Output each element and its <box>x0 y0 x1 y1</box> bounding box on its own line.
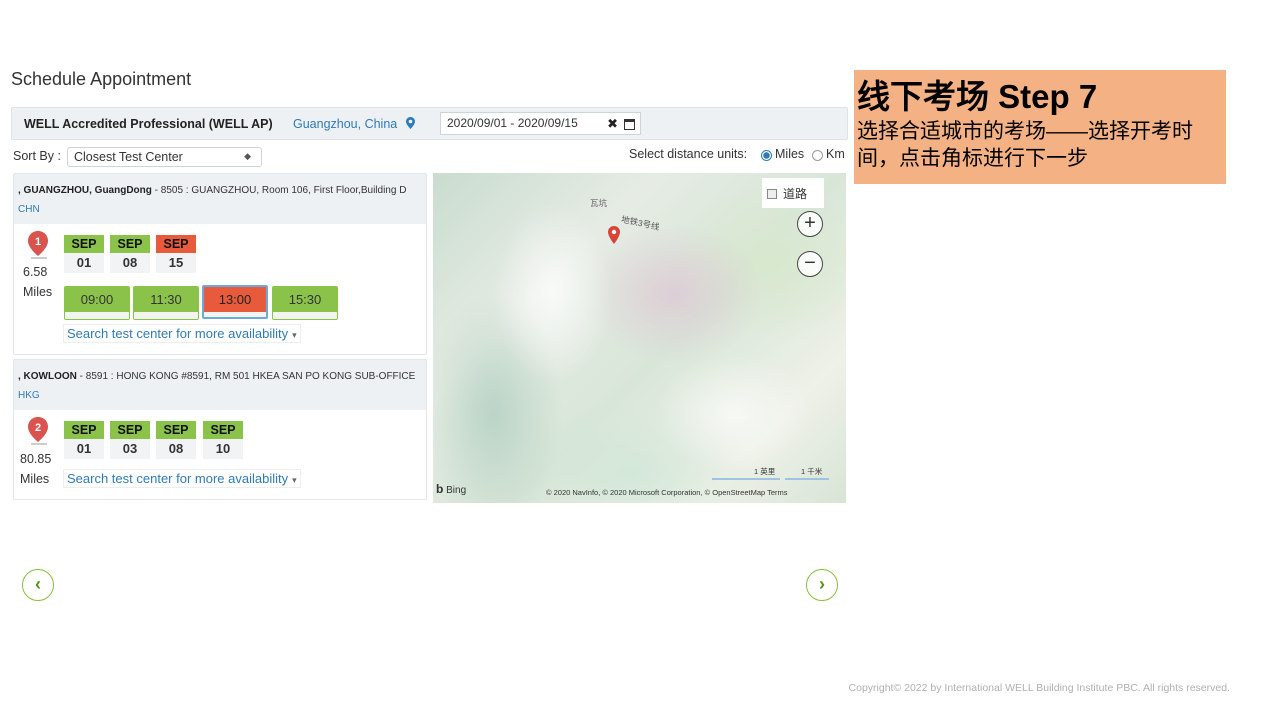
step-callout: 线下考场 Step 7 选择合适城市的考场——选择开考时间，点击角标进行下一步 <box>854 70 1226 184</box>
test-center-header: , GUANGZHOU, GuangDong - 8505 : GUANGZHO… <box>14 174 426 224</box>
caret-down-icon: ▾ <box>292 330 297 340</box>
previous-button[interactable]: ‹ <box>22 569 54 601</box>
distance-unit: Miles <box>20 472 50 486</box>
date-chip-month: SEP <box>110 421 150 439</box>
map-metro-label: 地铁3号线 <box>620 214 661 232</box>
bing-logo: b Bing <box>436 482 467 496</box>
map-marker-icon[interactable]: 2 <box>27 417 49 447</box>
date-chip[interactable]: SEP 01 <box>64 235 104 275</box>
time-slot-label: 09:00 <box>65 287 129 312</box>
sort-label: Sort By : <box>13 149 61 163</box>
road-layer-toggle[interactable]: 道路 <box>762 178 824 208</box>
units-label-miles: Miles <box>775 147 805 161</box>
time-slot[interactable]: 11:30 <box>133 286 199 320</box>
next-button[interactable]: › <box>806 569 838 601</box>
date-chip-day: 01 <box>64 439 104 459</box>
road-layer-label: 道路 <box>783 187 808 201</box>
callout-title: 线下考场 Step 7 <box>857 78 1098 115</box>
clear-icon[interactable]: ✖ <box>607 116 618 132</box>
time-slot-selected[interactable]: 13:00 <box>202 285 268 319</box>
date-chip-month: SEP <box>203 421 243 439</box>
date-chip[interactable]: SEP 10 <box>203 421 243 461</box>
map-copyright[interactable]: © 2020 NavInfo, © 2020 Microsoft Corpora… <box>546 488 788 497</box>
distance-value: 6.58 <box>23 265 48 279</box>
units-radio-miles[interactable] <box>761 150 772 161</box>
scale-km: 1 千米 <box>801 467 823 476</box>
time-slot[interactable]: 15:30 <box>272 286 338 320</box>
test-center-country: HKG <box>18 390 40 401</box>
date-chip-month: SEP <box>156 235 196 253</box>
time-slot-label: 11:30 <box>134 287 198 312</box>
time-slot-label: 15:30 <box>273 287 337 312</box>
sort-selected-value: Closest Test Center <box>74 150 183 164</box>
map[interactable]: 瓦坑 地铁3号线 道路 + − b Bing 1 英里 1 千米 © 2020 … <box>433 173 846 503</box>
date-range-input[interactable]: 2020/09/01 - 2020/09/15 ✖ <box>440 112 641 135</box>
date-chip-month: SEP <box>156 421 196 439</box>
test-center-address: - 8505 : GUANGZHOU, Room 106, First Floo… <box>151 185 407 196</box>
exam-name: WELL Accredited Professional (WELL AP) <box>24 117 273 131</box>
date-chip[interactable]: SEP 01 <box>64 421 104 461</box>
date-chip-day: 08 <box>156 439 196 459</box>
units-radio-km[interactable] <box>812 150 823 161</box>
date-chip-month: SEP <box>110 235 150 253</box>
more-availability-label: Search test center for more availability <box>67 471 289 486</box>
sort-select[interactable]: Closest Test Center ◆ <box>67 147 262 167</box>
zoom-out-button[interactable]: − <box>797 251 823 277</box>
date-chip[interactable]: SEP 08 <box>156 421 196 461</box>
select-caret-icon: ◆ <box>244 151 251 161</box>
map-marker-icon[interactable]: 1 <box>27 231 49 261</box>
test-center-card: , GUANGZHOU, GuangDong - 8505 : GUANGZHO… <box>13 173 427 355</box>
date-chip-selected[interactable]: SEP 15 <box>156 235 196 275</box>
location-label[interactable]: Guangzhou, China <box>293 117 397 131</box>
units-label-km: Km <box>826 147 845 161</box>
date-chip[interactable]: SEP 03 <box>110 421 150 461</box>
test-center-country: CHN <box>18 204 40 215</box>
date-chip-day: 15 <box>156 253 196 273</box>
map-pin-icon[interactable] <box>608 226 620 244</box>
date-chip-day: 10 <box>203 439 243 459</box>
location-link[interactable]: Guangzhou, China <box>293 117 415 131</box>
time-slot[interactable]: 09:00 <box>64 286 130 320</box>
calendar-icon[interactable] <box>624 119 635 130</box>
date-range-value: 2020/09/01 - 2020/09/15 <box>447 116 578 130</box>
scale-bar <box>712 478 780 480</box>
callout-body: 选择合适城市的考场——选择开考时间，点击角标进行下一步 <box>857 120 1193 170</box>
test-center-city: , KOWLOON <box>18 371 77 382</box>
test-center-address: - 8591 : HONG KONG #8591, RM 501 HKEA SA… <box>76 371 416 382</box>
map-marker-number: 2 <box>35 422 41 434</box>
more-availability-link[interactable]: Search test center for more availability… <box>63 469 301 488</box>
date-chip-day: 01 <box>64 253 104 273</box>
distance: 6.58 Miles <box>23 262 63 302</box>
test-center-header: , KOWLOON - 8591 : HONG KONG #8591, RM 5… <box>14 360 426 410</box>
scale-bar <box>785 478 829 480</box>
test-center-city: , GUANGZHOU, GuangDong <box>18 185 152 196</box>
more-availability-link[interactable]: Search test center for more availability… <box>63 324 301 343</box>
time-slot-label: 13:00 <box>204 287 266 312</box>
zoom-in-button[interactable]: + <box>797 211 823 237</box>
date-chip-month: SEP <box>64 235 104 253</box>
map-marker-number: 1 <box>35 236 41 248</box>
bing-icon: b <box>436 482 444 496</box>
copyright-footer: Copyright© 2022 by International WELL Bu… <box>848 682 1230 694</box>
page-title: Schedule Appointment <box>11 69 192 89</box>
distance: 80.85 Miles <box>20 449 60 489</box>
more-availability-label: Search test center for more availability <box>67 326 289 341</box>
distance-unit: Miles <box>23 285 53 299</box>
map-pin-icon <box>405 117 415 129</box>
test-center-card: , KOWLOON - 8591 : HONG KONG #8591, RM 5… <box>13 359 427 500</box>
layer-icon <box>767 189 777 199</box>
date-chip-month: SEP <box>64 421 104 439</box>
scale-miles: 1 英里 <box>754 467 776 476</box>
date-chip[interactable]: SEP 08 <box>110 235 150 275</box>
caret-down-icon: ▾ <box>292 475 297 485</box>
date-chip-day: 03 <box>110 439 150 459</box>
date-chip-day: 08 <box>110 253 150 273</box>
filter-bar: WELL Accredited Professional (WELL AP) G… <box>11 107 848 140</box>
map-area-label: 瓦坑 <box>590 198 608 208</box>
distance-value: 80.85 <box>20 452 52 466</box>
distance-units-label: Select distance units: <box>629 147 748 161</box>
